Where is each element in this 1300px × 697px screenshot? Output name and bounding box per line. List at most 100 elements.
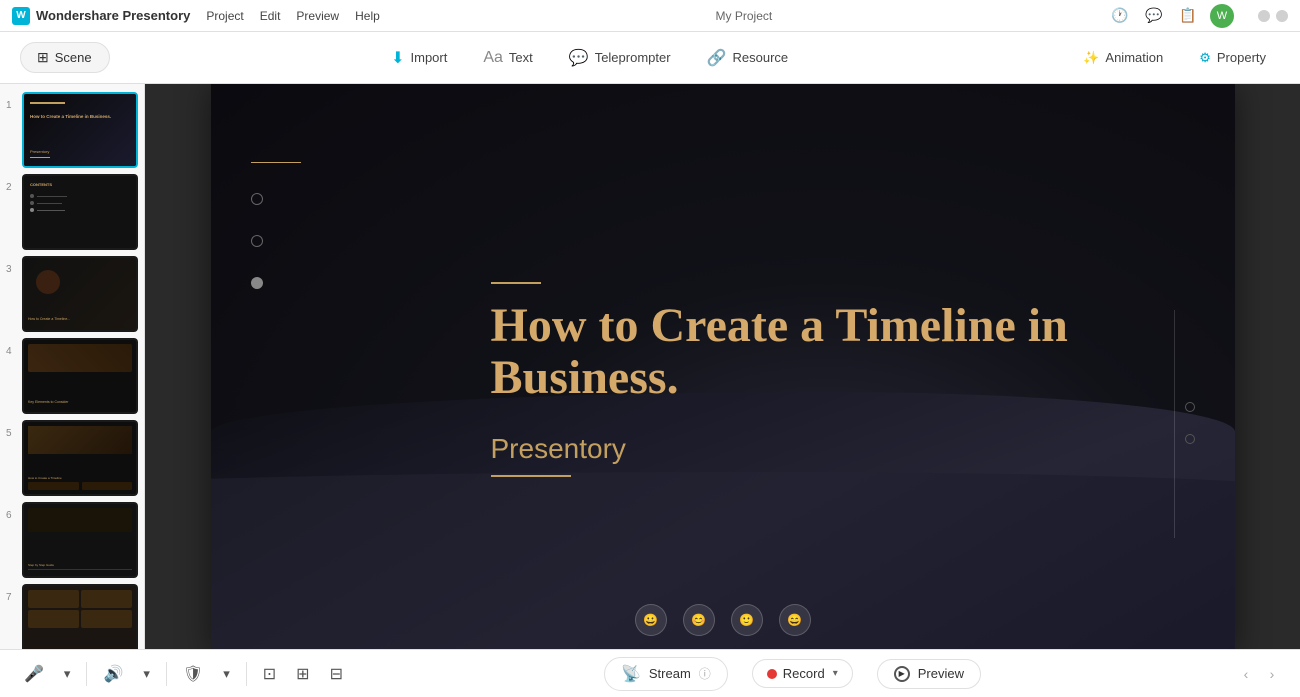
mic-dropdown[interactable]: ▾ bbox=[56, 662, 79, 686]
text-label: Text bbox=[509, 50, 533, 65]
nav-prev-arrow[interactable]: ‹ bbox=[1234, 662, 1258, 686]
speaker-icon: 🔊 bbox=[103, 664, 123, 684]
stream-info-icon: ⓘ bbox=[699, 665, 711, 682]
toolbar: ⊞ Scene ⬇ Import Aa Text 💬 Teleprompter … bbox=[0, 32, 1300, 84]
divider-1 bbox=[86, 662, 87, 686]
canvas-ctrl-1[interactable]: 😀 bbox=[635, 604, 667, 636]
window-controls bbox=[1258, 10, 1288, 22]
text-tool[interactable]: Aa Text bbox=[469, 43, 546, 73]
stream-icon: 📡 bbox=[621, 664, 641, 684]
menu-preview[interactable]: Preview bbox=[296, 9, 339, 23]
chevron-down-icon: ▾ bbox=[64, 666, 71, 682]
bottom-right-nav: ‹ › bbox=[1234, 662, 1284, 686]
property-icon: ⚙ bbox=[1199, 50, 1211, 66]
nav-dot-3 bbox=[251, 277, 263, 289]
slide-number: 4 bbox=[6, 346, 16, 357]
stream-button[interactable]: 📡 Stream ⓘ bbox=[604, 657, 728, 691]
slide-thumbnail[interactable]: How to Create a Timeline bbox=[22, 420, 138, 496]
scene-icon: ⊞ bbox=[37, 49, 49, 66]
record-button[interactable]: Record ▾ bbox=[752, 659, 853, 688]
animation-tool[interactable]: ✨ Animation bbox=[1069, 44, 1177, 72]
list-item[interactable]: 4 Key Elements to Consider bbox=[6, 338, 138, 414]
user-avatar[interactable]: W bbox=[1210, 4, 1234, 28]
layout-tool-2[interactable]: ⊞ bbox=[288, 660, 317, 688]
property-tool[interactable]: ⚙ Property bbox=[1185, 44, 1280, 72]
slide-canvas: How to Create a Timeline in Business. Pr… bbox=[211, 84, 1235, 649]
list-item[interactable]: 7 Step by Step Guide bbox=[6, 584, 138, 649]
speaker-dropdown[interactable]: ▾ bbox=[135, 662, 158, 686]
scene-label: Scene bbox=[55, 50, 92, 65]
slide-number: 7 bbox=[6, 592, 16, 603]
minimize-button[interactable] bbox=[1258, 10, 1270, 22]
scene-button[interactable]: ⊞ Scene bbox=[20, 42, 110, 73]
import-label: Import bbox=[411, 50, 448, 65]
layout-tool-3[interactable]: ⊟ bbox=[322, 660, 351, 688]
list-item[interactable]: 2 CONTENTS bbox=[6, 174, 138, 250]
preview-button[interactable]: ▶ Preview bbox=[877, 659, 981, 689]
canvas-ctrl-2[interactable]: 😊 bbox=[683, 604, 715, 636]
maximize-button[interactable] bbox=[1276, 10, 1288, 22]
canvas-area: How to Create a Timeline in Business. Pr… bbox=[145, 84, 1300, 649]
record-dot-icon bbox=[767, 669, 777, 679]
logo-icon: W bbox=[12, 7, 30, 25]
record-dropdown-arrow: ▾ bbox=[833, 668, 838, 679]
resource-icon: 🔗 bbox=[707, 48, 727, 68]
resource-tool[interactable]: 🔗 Resource bbox=[693, 42, 803, 74]
canvas-title: How to Create a Timeline in Business. bbox=[491, 300, 1191, 406]
titlebar-actions: 🕐 💬 📋 W bbox=[1108, 4, 1234, 28]
layout-icon-3: ⊟ bbox=[330, 664, 343, 684]
shield-icon: 🛡 bbox=[183, 664, 203, 684]
mic-tool[interactable]: 🎤 bbox=[16, 660, 52, 688]
canvas-main-content: How to Create a Timeline in Business. Pr… bbox=[491, 282, 1191, 478]
shield-tool[interactable]: 🛡 bbox=[175, 660, 211, 688]
nav-dot-right-1 bbox=[1185, 402, 1195, 412]
record-label: Record bbox=[783, 666, 825, 681]
chat-icon[interactable]: 💬 bbox=[1142, 4, 1166, 28]
menu-help[interactable]: Help bbox=[355, 9, 380, 23]
import-icon: ⬇ bbox=[391, 48, 404, 68]
bottom-left-tools: 🎤 ▾ 🔊 ▾ 🛡 ▾ ⊡ ⊞ ⊟ bbox=[16, 660, 351, 688]
slide-panel: 1 How to Create a Timeline in Business. … bbox=[0, 84, 145, 649]
menu-project[interactable]: Project bbox=[206, 9, 243, 23]
toolbar-right: ✨ Animation ⚙ Property bbox=[1069, 44, 1280, 72]
list-item[interactable]: 3 How to Create a Timeline... bbox=[6, 256, 138, 332]
nav-next-arrow[interactable]: › bbox=[1260, 662, 1284, 686]
canvas-nav-dots-left bbox=[251, 162, 301, 290]
shield-dropdown[interactable]: ▾ bbox=[215, 662, 238, 686]
canvas-subtitle-decoration bbox=[491, 475, 571, 477]
divider-3 bbox=[246, 662, 247, 686]
text-icon: Aa bbox=[483, 49, 503, 67]
titlebar: W Wondershare Presentory Project Edit Pr… bbox=[0, 0, 1300, 32]
menu-edit[interactable]: Edit bbox=[260, 9, 281, 23]
slide-thumbnail[interactable]: CONTENTS bbox=[22, 174, 138, 250]
canvas-ctrl-3[interactable]: 🙂 bbox=[731, 604, 763, 636]
chevron-down-icon-3: ▾ bbox=[223, 666, 230, 682]
project-name: My Project bbox=[396, 9, 1092, 23]
slide-thumbnail[interactable]: Key Elements to Consider bbox=[22, 338, 138, 414]
app-name: Wondershare Presentory bbox=[36, 8, 190, 23]
list-item[interactable]: 5 How to Create a Timeline bbox=[6, 420, 138, 496]
preview-icon: ▶ bbox=[894, 666, 910, 682]
list-item[interactable]: 1 How to Create a Timeline in Business. … bbox=[6, 92, 138, 168]
bottom-center-controls: 📡 Stream ⓘ Record ▾ ▶ Preview bbox=[359, 657, 1226, 691]
clock-icon[interactable]: 🕐 bbox=[1108, 4, 1132, 28]
message-icon[interactable]: 📋 bbox=[1176, 4, 1200, 28]
import-tool[interactable]: ⬇ Import bbox=[377, 42, 461, 74]
divider-2 bbox=[166, 662, 167, 686]
slide-thumbnail[interactable]: How to Create a Timeline... bbox=[22, 256, 138, 332]
slide-thumbnail[interactable]: How to Create a Timeline in Business. Pr… bbox=[22, 92, 138, 168]
property-label: Property bbox=[1217, 50, 1266, 65]
teleprompter-icon: 💬 bbox=[569, 48, 589, 68]
speaker-tool[interactable]: 🔊 bbox=[95, 660, 131, 688]
slide-number: 2 bbox=[6, 182, 16, 193]
list-item[interactable]: 6 Step by Step Guide bbox=[6, 502, 138, 578]
teleprompter-tool[interactable]: 💬 Teleprompter bbox=[555, 42, 685, 74]
slide-number: 6 bbox=[6, 510, 16, 521]
layout-tool-1[interactable]: ⊡ bbox=[255, 660, 284, 688]
teleprompter-label: Teleprompter bbox=[595, 50, 671, 65]
slide-thumbnail[interactable]: Step by Step Guide bbox=[22, 584, 138, 649]
slide-thumbnail[interactable]: Step by Step Guide bbox=[22, 502, 138, 578]
canvas-ctrl-4[interactable]: 😄 bbox=[779, 604, 811, 636]
mic-icon: 🎤 bbox=[24, 664, 44, 684]
nav-dot-right-2 bbox=[1185, 434, 1195, 444]
